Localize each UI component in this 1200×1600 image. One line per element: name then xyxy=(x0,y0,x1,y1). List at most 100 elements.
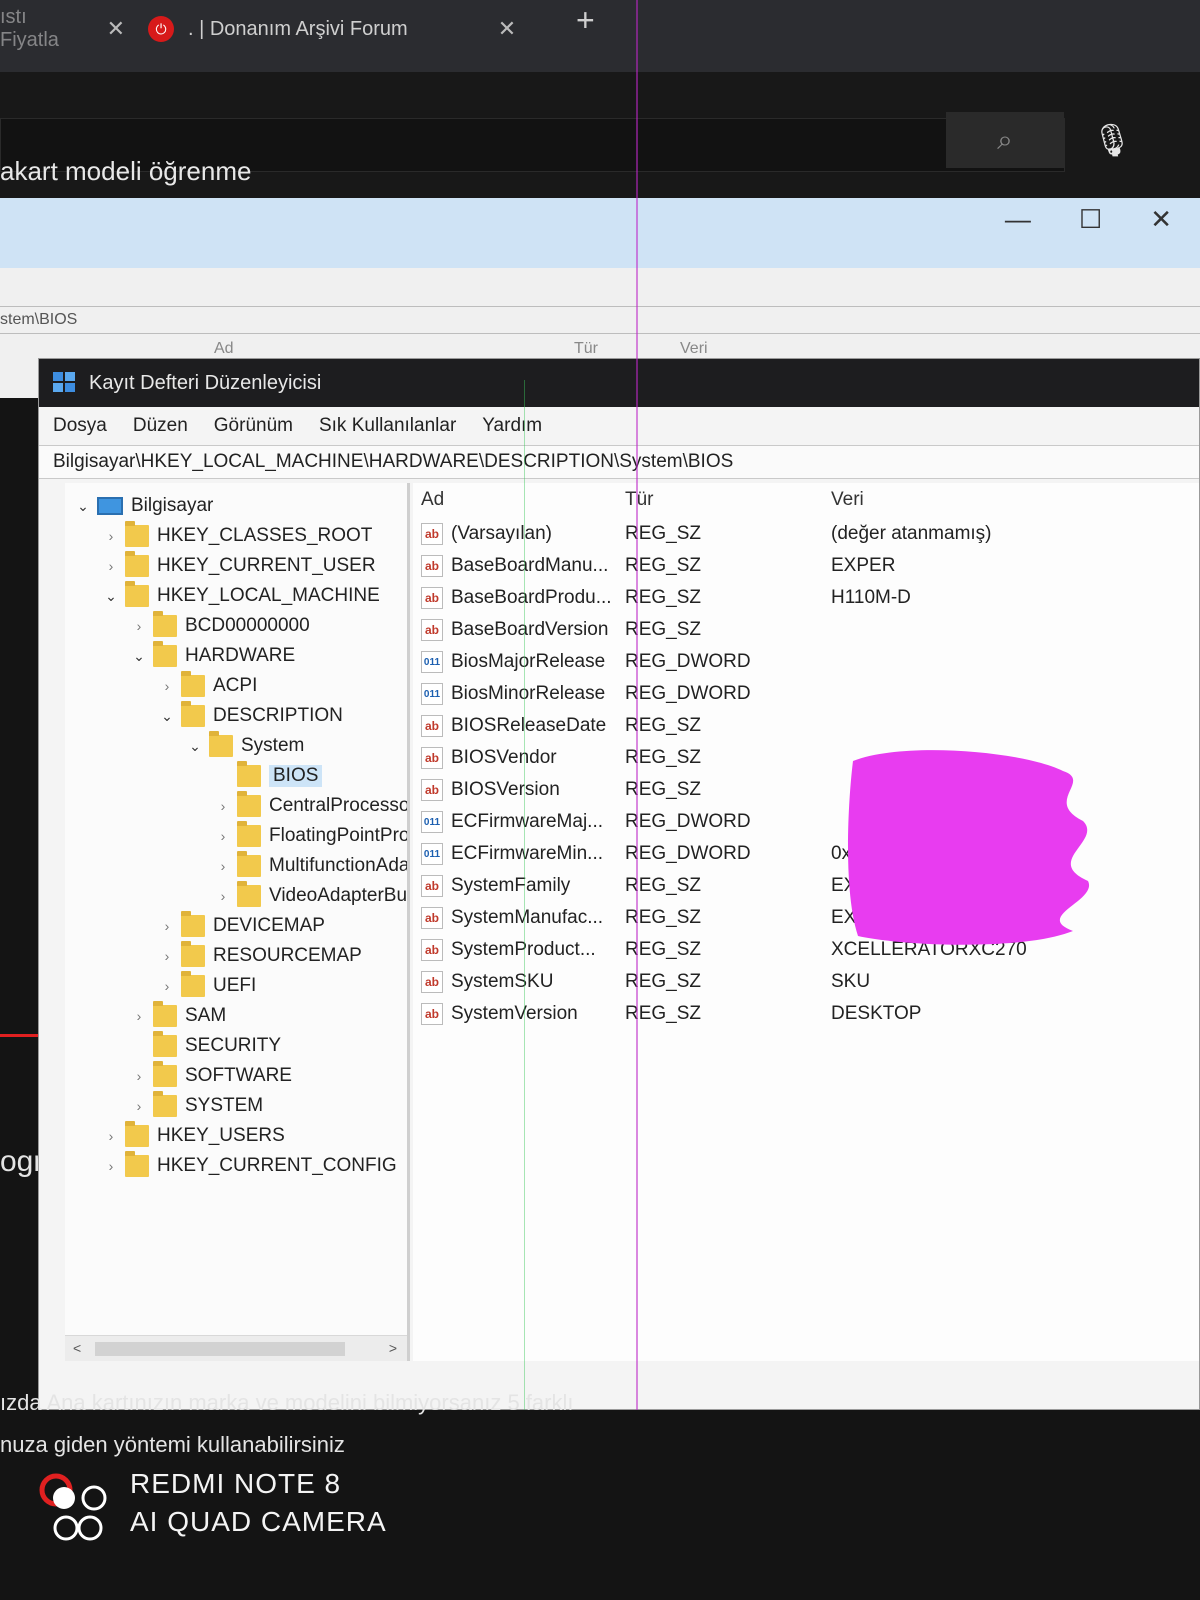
browser-tab-1[interactable]: ıstı Fiyatla ✕ xyxy=(0,6,125,52)
tree-node[interactable]: › SYSTEM xyxy=(129,1091,263,1121)
value-row[interactable]: ab BIOSReleaseDate REG_SZ xyxy=(413,711,1199,743)
tree-node[interactable]: › UEFI xyxy=(157,971,256,1001)
value-row[interactable]: ab SystemVersion REG_SZ DESKTOP xyxy=(413,999,1199,1031)
menu-view[interactable]: Görünüm xyxy=(214,415,293,437)
chevron-right-icon[interactable]: › xyxy=(101,558,121,574)
value-name: BaseBoardProdu... xyxy=(451,587,612,608)
chevron-down-icon[interactable]: ⌄ xyxy=(185,738,205,755)
folder-icon xyxy=(153,1091,177,1117)
tree-node[interactable]: › MultifunctionAda xyxy=(213,851,407,881)
folder-icon xyxy=(153,1061,177,1087)
value-row[interactable]: ab (Varsayılan) REG_SZ (değer atanmamış) xyxy=(413,519,1199,551)
value-row[interactable]: ab SystemSKU REG_SZ SKU xyxy=(413,967,1199,999)
scroll-left-icon[interactable]: < xyxy=(73,1340,81,1356)
folder-icon xyxy=(181,971,205,997)
tree-node[interactable]: › VideoAdapterBus xyxy=(213,881,407,911)
tree-node[interactable]: ⌄ HARDWARE xyxy=(129,641,295,671)
watermark-model: REDMI NOTE 8 xyxy=(130,1468,342,1499)
tree-node[interactable]: SECURITY xyxy=(129,1031,281,1061)
string-value-icon: ab xyxy=(421,523,443,545)
tree-node-label: System xyxy=(241,735,305,756)
tree-node-label: HKEY_CURRENT_USER xyxy=(157,555,376,576)
binary-value-icon: 011 xyxy=(421,811,443,833)
close-icon[interactable]: ✕ xyxy=(107,16,125,42)
binary-value-icon: 011 xyxy=(421,683,443,705)
tree-node[interactable]: ⌄ HKEY_LOCAL_MACHINE xyxy=(101,581,380,611)
tree-node-label: SAM xyxy=(185,1005,227,1026)
chevron-right-icon[interactable]: › xyxy=(101,1128,121,1144)
tree-node[interactable]: › SAM xyxy=(129,1001,226,1031)
tree-node[interactable]: ⌄ Bilgisayar xyxy=(73,491,213,521)
tree-node[interactable]: › FloatingPointProc xyxy=(213,821,407,851)
folder-icon xyxy=(181,701,205,727)
tree-node[interactable]: BIOS xyxy=(213,761,323,791)
tab-title: . | Donanım Arşivi Forum xyxy=(188,17,408,40)
menu-favorites[interactable]: Sık Kullanılanlar xyxy=(319,415,456,437)
chevron-down-icon[interactable]: ⌄ xyxy=(157,708,177,725)
chevron-right-icon[interactable]: › xyxy=(157,918,177,934)
chevron-right-icon[interactable]: › xyxy=(129,1068,149,1084)
browser-tab-2[interactable]: ⏻ . | Donanım Arşivi Forum ✕ xyxy=(148,6,533,52)
chevron-right-icon[interactable]: › xyxy=(157,678,177,694)
chevron-right-icon[interactable]: › xyxy=(157,978,177,994)
tree-node[interactable]: › CentralProcessor xyxy=(213,791,407,821)
value-row[interactable]: 011 BiosMajorRelease REG_DWORD xyxy=(413,647,1199,679)
background-address-bar[interactable]: stem\BIOS xyxy=(0,306,1200,334)
tree-node[interactable]: › HKEY_CLASSES_ROOT xyxy=(101,521,372,551)
tree-node-label: HKEY_CURRENT_CONFIG xyxy=(157,1155,397,1176)
tree-node-label: BCD00000000 xyxy=(185,615,310,636)
scroll-right-icon[interactable]: > xyxy=(389,1340,397,1356)
chevron-right-icon[interactable]: › xyxy=(213,888,233,904)
value-name: BaseBoardManu... xyxy=(451,555,609,576)
tree-node[interactable]: › SOFTWARE xyxy=(129,1061,292,1091)
chevron-down-icon[interactable]: ⌄ xyxy=(73,498,93,515)
tree-node[interactable]: › RESOURCEMAP xyxy=(157,941,362,971)
menu-help[interactable]: Yardım xyxy=(482,415,542,437)
registry-tree[interactable]: › HKEY_CURRENT_CONFIG › HKEY_USERS › SYSTEM › S… xyxy=(65,483,410,1361)
chevron-right-icon[interactable]: › xyxy=(129,1008,149,1024)
horizontal-scrollbar[interactable]: < > xyxy=(65,1335,407,1361)
folder-icon xyxy=(125,521,149,547)
chevron-right-icon[interactable]: › xyxy=(129,1098,149,1114)
value-row[interactable]: ab BaseBoardManu... REG_SZ EXPER xyxy=(413,551,1199,583)
tree-node[interactable]: ⌄ DESCRIPTION xyxy=(157,701,343,731)
chevron-right-icon[interactable]: › xyxy=(213,798,233,814)
value-row[interactable]: ab BaseBoardVersion REG_SZ xyxy=(413,615,1199,647)
column-header-type[interactable]: Tür xyxy=(625,485,654,515)
tree-node[interactable]: ⌄ System xyxy=(185,731,304,761)
value-name: ECFirmwareMin... xyxy=(451,843,604,864)
chevron-right-icon[interactable]: › xyxy=(101,528,121,544)
chevron-down-icon[interactable]: ⌄ xyxy=(129,648,149,665)
value-row[interactable]: ab BaseBoardProdu... REG_SZ H110M-D xyxy=(413,583,1199,615)
binary-value-icon: 011 xyxy=(421,651,443,673)
tree-node[interactable]: › BCD00000000 xyxy=(129,611,310,641)
close-icon[interactable]: ✕ xyxy=(1150,204,1172,235)
tree-node[interactable]: › HKEY_CURRENT_CONFIG xyxy=(101,1151,397,1181)
new-tab-button[interactable]: + xyxy=(576,2,595,39)
tree-node[interactable]: › ACPI xyxy=(157,671,257,701)
column-header-name[interactable]: Ad xyxy=(421,485,444,515)
chevron-right-icon[interactable]: › xyxy=(213,858,233,874)
background-title-bar: — ☐ ✕ xyxy=(0,198,1200,268)
minimize-icon[interactable]: — xyxy=(1005,204,1031,235)
value-row[interactable]: 011 BiosMinorRelease REG_DWORD xyxy=(413,679,1199,711)
search-icon[interactable]: ⌕ xyxy=(946,112,1064,168)
tree-node-label: HKEY_CLASSES_ROOT xyxy=(157,525,373,546)
menu-file[interactable]: Dosya xyxy=(53,415,107,437)
menu-edit[interactable]: Düzen xyxy=(133,415,188,437)
scroll-thumb[interactable] xyxy=(95,1342,345,1356)
address-bar[interactable]: Bilgisayar\HKEY_LOCAL_MACHINE\HARDWARE\D… xyxy=(39,445,1199,479)
chevron-right-icon[interactable]: › xyxy=(213,828,233,844)
column-header-data[interactable]: Veri xyxy=(831,485,864,515)
tree-node[interactable]: › DEVICEMAP xyxy=(157,911,325,941)
chevron-right-icon[interactable]: › xyxy=(101,1158,121,1174)
chevron-right-icon[interactable]: › xyxy=(157,948,177,964)
chevron-down-icon[interactable]: ⌄ xyxy=(101,588,121,605)
tree-node[interactable]: › HKEY_CURRENT_USER xyxy=(101,551,376,581)
maximize-icon[interactable]: ☐ xyxy=(1079,204,1102,235)
microphone-icon[interactable]: 🎙 xyxy=(1092,112,1133,168)
close-icon[interactable]: ✕ xyxy=(498,16,516,42)
values-list[interactable]: Ad Tür Veri ab (Varsayılan) REG_SZ (değer a… xyxy=(413,483,1199,1361)
chevron-right-icon[interactable]: › xyxy=(129,618,149,634)
tree-node[interactable]: › HKEY_USERS xyxy=(101,1121,285,1151)
